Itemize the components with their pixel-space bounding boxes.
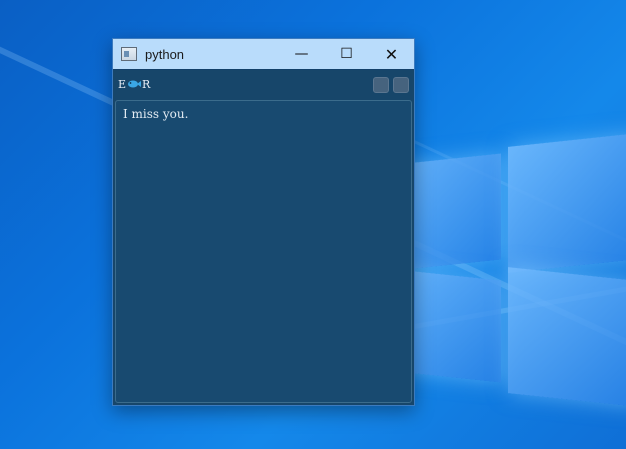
toolbar: E R bbox=[113, 70, 414, 98]
text-area-content: I miss you. bbox=[123, 107, 189, 121]
fish-icon bbox=[128, 80, 142, 88]
title-bar[interactable]: python — ☐ ✕ bbox=[113, 39, 414, 69]
app-window[interactable]: python — ☐ ✕ E R I miss you. bbox=[112, 38, 415, 406]
er-right-char: R bbox=[142, 77, 151, 91]
er-left-char: E bbox=[118, 77, 127, 91]
er-label: E R bbox=[118, 78, 150, 91]
logo-pane bbox=[508, 133, 626, 273]
windows-logo bbox=[378, 133, 626, 410]
close-button[interactable]: ✕ bbox=[369, 39, 414, 69]
text-area[interactable]: I miss you. bbox=[115, 100, 412, 403]
window-title: python bbox=[145, 46, 185, 62]
window-client-area: E R I miss you. bbox=[113, 70, 414, 405]
toolbar-square-button[interactable] bbox=[373, 77, 389, 93]
logo-pane bbox=[508, 267, 626, 407]
maximize-button[interactable]: ☐ bbox=[324, 39, 369, 69]
toolbar-square-button[interactable] bbox=[393, 77, 409, 93]
minimize-button[interactable]: — bbox=[279, 39, 324, 69]
window-app-icon bbox=[121, 47, 137, 61]
